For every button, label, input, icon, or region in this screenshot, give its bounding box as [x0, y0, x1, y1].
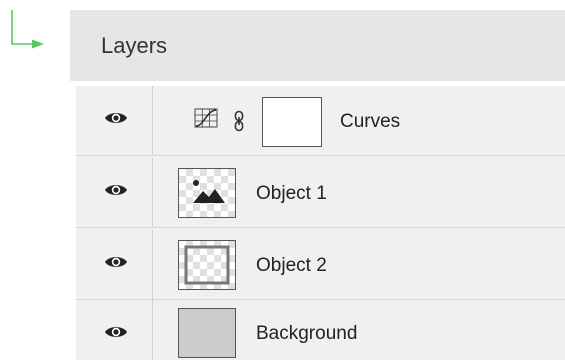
visibility-eye-icon[interactable]	[104, 254, 128, 270]
layer-row-curves[interactable]: Curves	[76, 86, 565, 156]
layer-row-background[interactable]: Background	[76, 300, 565, 360]
layer-name-object-1[interactable]: Object 1	[256, 183, 327, 205]
panel-title: Layers	[101, 32, 168, 58]
layers-list: Curves Object 1 Object 2 Background	[76, 86, 565, 360]
layer-name-curves[interactable]: Curves	[340, 111, 400, 133]
image-thumbnail-icon[interactable]	[178, 168, 236, 218]
visibility-divider	[152, 86, 153, 155]
layer-row-object-1[interactable]: Object 1	[76, 158, 565, 228]
visibility-divider	[152, 300, 153, 360]
chain-link-icon[interactable]	[234, 110, 244, 132]
visibility-eye-icon[interactable]	[104, 182, 128, 198]
layers-panel-header: Layers	[70, 10, 565, 81]
layer-mask-thumbnail[interactable]	[262, 97, 322, 147]
layer-row-object-2[interactable]: Object 2	[76, 230, 565, 300]
frame-thumbnail-icon[interactable]	[178, 240, 236, 290]
layer-name-object-2[interactable]: Object 2	[256, 255, 327, 277]
pointer-arrow-icon	[11, 10, 44, 49]
curves-adjustment-icon[interactable]	[194, 108, 218, 128]
layer-name-background[interactable]: Background	[256, 323, 357, 345]
visibility-eye-icon[interactable]	[104, 324, 128, 340]
visibility-divider	[152, 230, 153, 299]
solid-fill-thumbnail[interactable]	[178, 308, 236, 358]
visibility-divider	[152, 158, 153, 227]
visibility-eye-icon[interactable]	[104, 110, 128, 126]
layers-panel-screenshot: Layers Curves Object 1 Object 2 Backgrou…	[0, 0, 565, 360]
